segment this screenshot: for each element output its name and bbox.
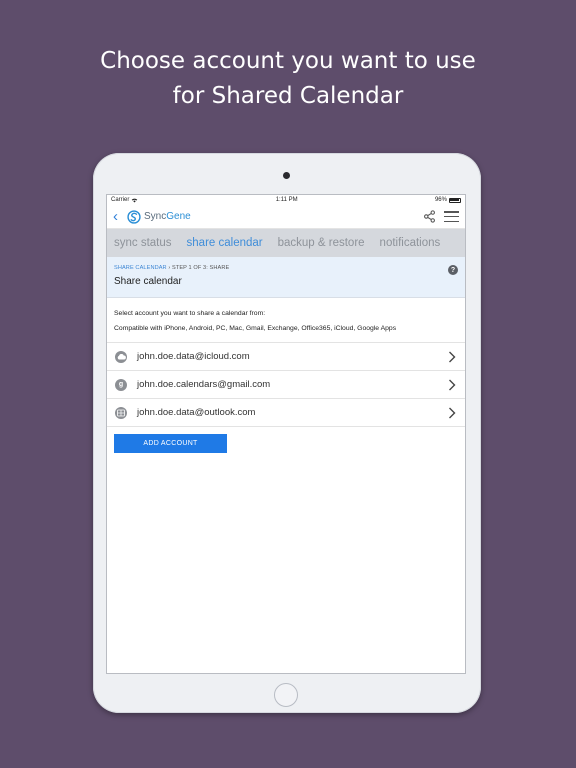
add-account-button[interactable]: ADD ACCOUNT (114, 434, 227, 453)
chevron-right-icon (449, 351, 456, 362)
clock: 1:11 PM (275, 197, 298, 203)
home-button[interactable] (274, 683, 298, 707)
promo-headline: Choose account you want to use for Share… (0, 44, 576, 114)
camera-icon (283, 172, 290, 179)
breadcrumb-step: STEP 1 OF 3: SHARE (171, 265, 230, 271)
account-email: john.doe.calendars@gmail.com (137, 379, 271, 390)
hamburger-menu-icon[interactable] (444, 211, 459, 222)
account-email: john.doe.data@icloud.com (137, 351, 250, 362)
icloud-icon (115, 350, 127, 363)
logo-text-sync: Sync (144, 211, 167, 222)
breadcrumb: SHARE CALENDAR › STEP 1 OF 3: SHARE (114, 265, 458, 271)
share-icon[interactable] (423, 210, 436, 223)
tab-bar: sync status share calendar backup & rest… (107, 229, 465, 257)
step-header: SHARE CALENDAR › STEP 1 OF 3: SHARE Shar… (107, 257, 465, 298)
instructions: Select account you want to share a calen… (107, 298, 465, 342)
promo-headline-line1: Choose account you want to use (100, 48, 476, 74)
syncgene-logo: SyncGene (127, 209, 191, 224)
instructions-line2: Compatible with iPhone, Android, PC, Mac… (114, 325, 397, 332)
status-bar: Carrier 1:11 PM 96% (107, 195, 465, 205)
tab-sync-status[interactable]: sync status (114, 237, 172, 249)
wifi-icon (132, 198, 138, 202)
page-title: Share calendar (114, 276, 182, 287)
app-bar: ‹ SyncGene (107, 205, 465, 229)
breadcrumb-separator: › (168, 265, 171, 271)
logo-text: SyncGene (144, 211, 191, 222)
account-email: john.doe.data@outlook.com (137, 407, 256, 418)
tab-share-calendar[interactable]: share calendar (187, 237, 263, 249)
carrier-label: Carrier (111, 197, 130, 203)
tab-notifications[interactable]: notifications (380, 237, 441, 249)
promo-headline-line2: for Shared Calendar (172, 83, 404, 109)
logo-text-gene: Gene (166, 211, 191, 222)
outlook-icon (115, 406, 127, 419)
breadcrumb-share-calendar-link[interactable]: SHARE CALENDAR (114, 265, 167, 271)
help-icon[interactable]: ? (448, 265, 458, 275)
app-screen: Carrier 1:11 PM 96% ‹ SyncGene sync stat… (106, 194, 466, 674)
battery-percent: 96% (434, 197, 447, 203)
battery-icon (448, 197, 461, 203)
account-list: john.doe.data@icloud.com g john.doe.cale… (107, 342, 465, 427)
syncgene-logo-icon (127, 209, 141, 224)
instructions-line1: Select account you want to share a calen… (114, 310, 266, 317)
back-chevron-icon[interactable]: ‹ (113, 209, 125, 224)
chevron-right-icon (449, 407, 456, 418)
tab-backup-restore[interactable]: backup & restore (278, 237, 365, 249)
account-row-gmail[interactable]: g john.doe.calendars@gmail.com (107, 371, 465, 399)
google-icon: g (115, 378, 127, 391)
chevron-right-icon (449, 379, 456, 390)
account-row-outlook[interactable]: john.doe.data@outlook.com (107, 399, 465, 427)
account-row-icloud[interactable]: john.doe.data@icloud.com (107, 343, 465, 371)
